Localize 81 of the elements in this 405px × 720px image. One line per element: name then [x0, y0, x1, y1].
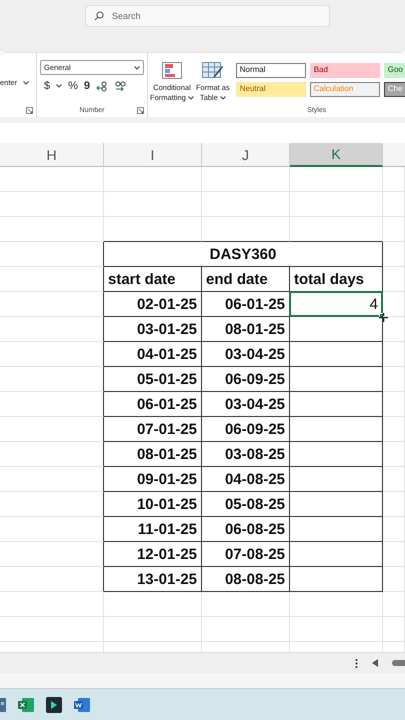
cell-style-option[interactable]: Bad — [310, 63, 380, 78]
date-cell: 12-01-25 — [136, 546, 197, 562]
decrease-decimal-icon[interactable] — [114, 80, 126, 92]
video-editor-app-icon[interactable] — [46, 696, 62, 712]
date-cell: 04-08-25 — [224, 470, 285, 488]
date-cell: 03-04-25 — [224, 346, 285, 362]
date-cell: 05-01-25 — [136, 370, 197, 388]
date-cell: 06-01-25 — [136, 396, 197, 412]
grid-cell — [383, 167, 405, 192]
percent-button[interactable]: % — [68, 80, 78, 92]
cell-style-option[interactable]: Goo — [384, 63, 405, 78]
conditional-formatting-icon — [162, 62, 182, 79]
grid-cell — [383, 617, 405, 642]
column-header[interactable]: I — [104, 143, 202, 167]
selected-cell-border[interactable]: 4 — [289, 291, 383, 317]
grid-cell — [383, 467, 405, 492]
search-icon — [94, 11, 104, 21]
column-header[interactable]: K — [290, 143, 383, 167]
table-title: DASY360 — [210, 246, 276, 262]
date-cell: 07-01-25 — [136, 420, 197, 438]
date-cell: 02-01-25 — [136, 296, 197, 312]
date-cell: 03-08-25 — [224, 446, 285, 462]
search-placeholder: Search — [112, 11, 141, 21]
column-heading: total days — [294, 270, 364, 288]
more-options-icon[interactable] — [355, 658, 358, 668]
dialog-launcher-icon[interactable] — [26, 107, 33, 114]
caret-icon — [23, 80, 30, 84]
grid-cell — [383, 492, 405, 517]
currency-button[interactable]: $ — [44, 80, 50, 92]
grid-cell — [383, 367, 405, 392]
search-field[interactable]: Search — [85, 5, 330, 27]
column-header[interactable]: J — [202, 143, 290, 167]
grid-cell — [383, 392, 405, 417]
date-cell: 09-01-25 — [136, 470, 197, 488]
grid-cell — [383, 417, 405, 442]
column-heading: end date — [206, 270, 268, 288]
date-cell: 13-01-25 — [136, 570, 197, 588]
date-cell: 06-09-25 — [224, 370, 285, 388]
spreadsheet-app-icon[interactable] — [18, 698, 34, 712]
dialog-launcher-icon[interactable] — [137, 107, 144, 114]
grid-cell — [383, 442, 405, 467]
date-cell: 08-01-25 — [224, 320, 285, 338]
grid-cell — [383, 542, 405, 567]
date-cell: 07-08-25 — [224, 546, 285, 562]
cell-style-option[interactable]: Neutral — [236, 82, 306, 97]
column-heading: start date — [108, 270, 176, 288]
date-cell: 08-01-25 — [136, 446, 197, 462]
grid-cell — [383, 217, 405, 242]
table-format-icon — [202, 62, 224, 79]
date-cell: 03-04-25 — [224, 396, 285, 412]
date-cell: 08-08-25 — [224, 570, 285, 588]
crosshair-cursor-icon — [379, 313, 388, 322]
date-cell: 11-01-25 — [138, 520, 197, 538]
date-cell: 04-01-25 — [136, 346, 197, 362]
increase-decimal-icon[interactable] — [96, 80, 108, 92]
cell-style-option[interactable]: Normal — [236, 63, 306, 78]
date-cell: 05-08-25 — [224, 496, 285, 512]
date-cell: 03-01-25 — [136, 320, 197, 338]
caret-icon — [220, 96, 226, 100]
date-cell: 06-01-25 — [224, 296, 285, 312]
date-cell: 06-08-25 — [224, 520, 285, 538]
word-processor-app-icon[interactable] — [74, 698, 90, 712]
comma-style-button[interactable]: 9 — [84, 80, 90, 92]
grid-cell — [383, 317, 405, 342]
grid-cell — [383, 592, 405, 617]
grid-cell — [383, 567, 405, 592]
scroll-left-icon[interactable] — [372, 659, 378, 667]
grid-cell — [383, 292, 405, 317]
date-cell: 06-09-25 — [224, 420, 285, 438]
grid-cell — [383, 192, 405, 217]
date-cell: 10-01-25 — [136, 496, 197, 512]
grid-cell — [383, 242, 405, 267]
grid-cell — [383, 267, 405, 292]
calculator-app-icon[interactable] — [0, 698, 6, 712]
total-days-value: 4 — [370, 296, 378, 312]
column-header[interactable]: H — [0, 143, 104, 167]
caret-icon — [188, 96, 194, 100]
caret-icon — [134, 66, 140, 70]
grid-cell — [383, 517, 405, 542]
grid-cell — [383, 342, 405, 367]
caret-icon — [56, 84, 62, 88]
